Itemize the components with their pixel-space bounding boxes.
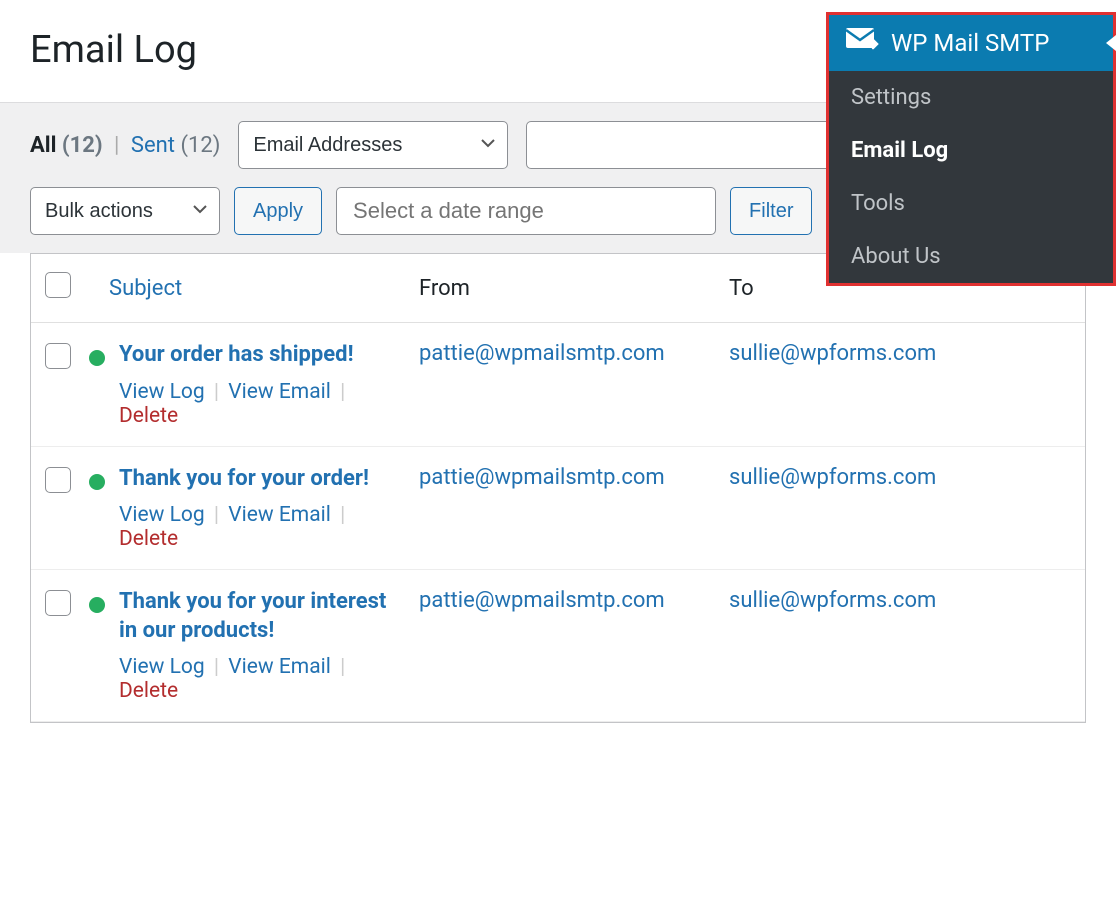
delete-link[interactable]: Delete bbox=[119, 679, 178, 703]
email-log-table: Subject From To Your order has shipped! … bbox=[30, 253, 1086, 723]
status-sent-icon bbox=[89, 597, 105, 613]
action-separator: | bbox=[210, 503, 223, 527]
action-separator: | bbox=[336, 503, 349, 527]
row-actions: View Log | View Email | Delete bbox=[119, 655, 399, 703]
view-email-link[interactable]: View Email bbox=[228, 380, 331, 404]
wp-mail-smtp-submenu: WP Mail SMTP SettingsEmail LogToolsAbout… bbox=[826, 12, 1116, 286]
submenu-item-settings[interactable]: Settings bbox=[829, 71, 1113, 124]
row-actions: View Log | View Email | Delete bbox=[119, 503, 399, 551]
view-log-link[interactable]: View Log bbox=[119, 655, 205, 679]
row-checkbox[interactable] bbox=[45, 467, 71, 493]
status-filter-links: All (12) | Sent (12) bbox=[30, 133, 220, 158]
status-sent-link[interactable]: Sent (12) bbox=[131, 133, 220, 158]
from-email-link[interactable]: pattie@wpmailsmtp.com bbox=[419, 341, 665, 366]
filter-button[interactable]: Filter bbox=[730, 187, 812, 235]
submenu-item-email-log[interactable]: Email Log bbox=[829, 124, 1113, 177]
status-sent-icon bbox=[89, 474, 105, 490]
email-subject-link[interactable]: Your order has shipped! bbox=[119, 341, 354, 370]
action-separator: | bbox=[336, 380, 349, 404]
status-sent-icon bbox=[89, 350, 105, 366]
action-separator: | bbox=[210, 655, 223, 679]
bulk-actions-select[interactable]: Bulk actions bbox=[30, 187, 220, 235]
action-separator: | bbox=[210, 380, 223, 404]
to-email-link[interactable]: sullie@wpforms.com bbox=[729, 341, 936, 366]
apply-button[interactable]: Apply bbox=[234, 187, 322, 235]
column-header-from[interactable]: From bbox=[419, 276, 729, 301]
action-separator: | bbox=[336, 655, 349, 679]
submenu-title: WP Mail SMTP bbox=[891, 29, 1049, 57]
submenu-item-tools[interactable]: Tools bbox=[829, 177, 1113, 230]
submenu-header[interactable]: WP Mail SMTP bbox=[829, 15, 1113, 71]
status-separator: | bbox=[108, 133, 125, 158]
submenu-item-about-us[interactable]: About Us bbox=[829, 230, 1113, 283]
view-email-link[interactable]: View Email bbox=[228, 503, 331, 527]
date-range-input[interactable] bbox=[336, 187, 716, 235]
view-log-link[interactable]: View Log bbox=[119, 380, 205, 404]
email-address-select[interactable]: Email Addresses bbox=[238, 121, 508, 169]
email-subject-link[interactable]: Thank you for your order! bbox=[119, 465, 369, 494]
row-actions: View Log | View Email | Delete bbox=[119, 380, 399, 428]
from-email-link[interactable]: pattie@wpmailsmtp.com bbox=[419, 465, 665, 490]
view-log-link[interactable]: View Log bbox=[119, 503, 205, 527]
delete-link[interactable]: Delete bbox=[119, 527, 178, 551]
view-email-link[interactable]: View Email bbox=[228, 655, 331, 679]
email-subject-link[interactable]: Thank you for your interest in our produ… bbox=[119, 588, 399, 645]
delete-link[interactable]: Delete bbox=[119, 404, 178, 428]
row-checkbox[interactable] bbox=[45, 343, 71, 369]
status-sent-count: (12) bbox=[180, 133, 220, 158]
row-checkbox[interactable] bbox=[45, 590, 71, 616]
from-email-link[interactable]: pattie@wpmailsmtp.com bbox=[419, 588, 665, 613]
column-header-subject[interactable]: Subject bbox=[109, 276, 182, 301]
table-row: Thank you for your order! View Log | Vie… bbox=[31, 447, 1085, 571]
active-indicator-icon bbox=[1106, 35, 1116, 51]
table-row: Your order has shipped! View Log | View … bbox=[31, 323, 1085, 447]
status-all-label: All bbox=[30, 133, 56, 158]
status-all-link[interactable]: All (12) bbox=[30, 133, 108, 158]
status-all-count: (12) bbox=[62, 133, 103, 158]
status-sent-label: Sent bbox=[131, 133, 175, 158]
mail-icon bbox=[845, 27, 879, 59]
table-row: Thank you for your interest in our produ… bbox=[31, 570, 1085, 722]
to-email-link[interactable]: sullie@wpforms.com bbox=[729, 588, 936, 613]
to-email-link[interactable]: sullie@wpforms.com bbox=[729, 465, 936, 490]
select-all-checkbox[interactable] bbox=[45, 272, 71, 298]
